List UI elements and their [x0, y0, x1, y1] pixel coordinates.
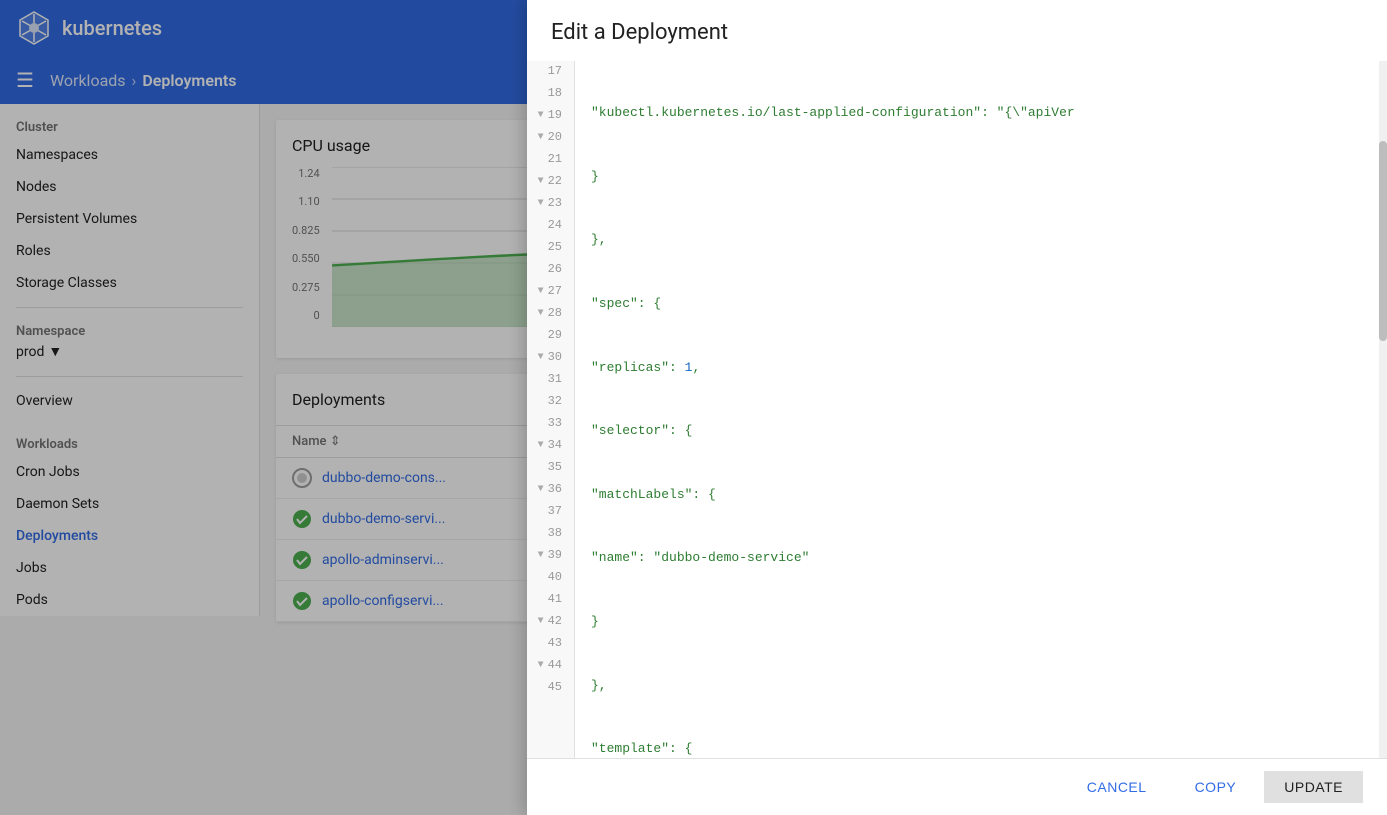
copy-button[interactable]: COPY	[1175, 771, 1257, 803]
line-num-44: ▼44	[535, 655, 566, 677]
line-num-22: ▼22	[535, 171, 566, 193]
line-num-32: 32	[535, 391, 566, 413]
fold-arrow-28[interactable]: ▼	[538, 306, 544, 322]
line-num-17: 17	[535, 61, 566, 83]
fold-arrow-39[interactable]: ▼	[538, 548, 544, 564]
line-num-39: ▼39	[535, 545, 566, 567]
fold-arrow-36[interactable]: ▼	[538, 482, 544, 498]
fold-arrow-20[interactable]: ▼	[538, 130, 544, 146]
fold-arrow-34[interactable]: ▼	[538, 438, 544, 454]
fold-arrow-42[interactable]: ▼	[538, 614, 544, 630]
line-num-43: 43	[535, 633, 566, 655]
code-line-26: },	[591, 675, 1371, 697]
line-num-35: 35	[535, 457, 566, 479]
code-line-21: "replicas": 1,	[591, 357, 1371, 379]
fold-arrow-22[interactable]: ▼	[538, 174, 544, 190]
line-num-41: 41	[535, 589, 566, 611]
line-num-25: 25	[535, 237, 566, 259]
line-num-38: 38	[535, 523, 566, 545]
code-line-18: }	[591, 166, 1371, 188]
line-num-27: ▼27	[535, 281, 566, 303]
line-num-31: 31	[535, 369, 566, 391]
line-num-23: ▼23	[535, 193, 566, 215]
line-num-21: 21	[535, 149, 566, 171]
fold-arrow-27[interactable]: ▼	[538, 284, 544, 300]
modal-title: Edit a Deployment	[527, 0, 1387, 61]
code-line-20: "spec": {	[591, 293, 1371, 315]
line-num-36: ▼36	[535, 479, 566, 501]
line-num-19: ▼19	[535, 105, 566, 127]
line-num-30: ▼30	[535, 347, 566, 369]
line-num-18: 18	[535, 83, 566, 105]
line-num-45: 45	[535, 677, 566, 699]
update-button[interactable]: UPDATE	[1264, 771, 1363, 803]
code-line-27: "template": {	[591, 739, 1371, 758]
line-num-37: 37	[535, 501, 566, 523]
fold-arrow-19[interactable]: ▼	[538, 108, 544, 124]
edit-deployment-modal: Edit a Deployment 17 18 ▼19 ▼20 21 ▼22 ▼…	[527, 0, 1387, 815]
modal-scrollbar-thumb[interactable]	[1379, 141, 1387, 341]
line-num-24: 24	[535, 215, 566, 237]
line-num-40: 40	[535, 567, 566, 589]
line-num-34: ▼34	[535, 435, 566, 457]
code-content[interactable]: "kubectl.kubernetes.io/last-applied-conf…	[575, 61, 1387, 758]
line-num-28: ▼28	[535, 303, 566, 325]
modal-body[interactable]: 17 18 ▼19 ▼20 21 ▼22 ▼23 24 25 26 ▼27 ▼2…	[527, 61, 1387, 758]
code-line-19: },	[591, 230, 1371, 252]
line-num-42: ▼42	[535, 611, 566, 633]
code-line-17: "kubectl.kubernetes.io/last-applied-conf…	[591, 103, 1371, 125]
cancel-button[interactable]: CANCEL	[1067, 771, 1167, 803]
fold-arrow-23[interactable]: ▼	[538, 196, 544, 212]
modal-footer: CANCEL COPY UPDATE	[527, 758, 1387, 815]
code-line-22: "selector": {	[591, 421, 1371, 443]
modal-scrollbar[interactable]	[1379, 61, 1387, 758]
code-line-24: "name": "dubbo-demo-service"	[591, 548, 1371, 570]
line-num-33: 33	[535, 413, 566, 435]
code-line-23: "matchLabels": {	[591, 484, 1371, 506]
fold-arrow-44[interactable]: ▼	[538, 658, 544, 674]
line-numbers: 17 18 ▼19 ▼20 21 ▼22 ▼23 24 25 26 ▼27 ▼2…	[527, 61, 575, 758]
code-editor: 17 18 ▼19 ▼20 21 ▼22 ▼23 24 25 26 ▼27 ▼2…	[527, 61, 1387, 758]
line-num-20: ▼20	[535, 127, 566, 149]
fold-arrow-30[interactable]: ▼	[538, 350, 544, 366]
line-num-29: 29	[535, 325, 566, 347]
code-line-25: }	[591, 611, 1371, 633]
line-num-26: 26	[535, 259, 566, 281]
